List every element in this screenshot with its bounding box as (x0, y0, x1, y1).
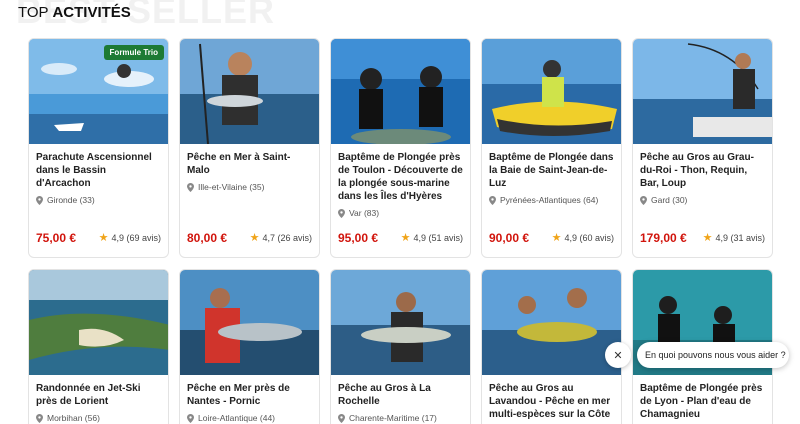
activity-rating: ★ 4,9 (51 avis) (400, 232, 463, 244)
activity-location: Var (83) (338, 208, 463, 218)
activity-card[interactable]: Baptême de Plongée dans la Baie de Saint… (481, 38, 622, 258)
activity-location: Loire-Atlantique (44) (187, 413, 312, 423)
activity-photo (482, 39, 621, 144)
chat-close-button[interactable]: ✕ (605, 342, 631, 368)
activity-title: Baptême de Plongée près de Toulon - Déco… (338, 152, 463, 202)
location-pin-icon (36, 413, 43, 423)
location-pin-icon (489, 195, 496, 205)
activity-location: Ille-et-Vilaine (35) (187, 182, 312, 192)
location-pin-icon (338, 413, 345, 423)
activity-price: 95,00 € (338, 231, 379, 245)
activity-rating: ★ 4,9 (31 avis) (702, 232, 765, 244)
star-icon: ★ (400, 232, 411, 244)
activity-title: Parachute Ascensionnel dans le Bassin d'… (36, 152, 152, 189)
activity-location: Morbihan (56) (36, 413, 161, 423)
activity-location: Pyrénées-Atlantiques (64) (489, 195, 614, 205)
star-icon: ★ (249, 232, 260, 244)
activity-card[interactable]: Pêche au Gros au Grau-du-Roi - Thon, Req… (632, 38, 773, 258)
activity-title: Pêche en Mer près de Nantes - Pornic (187, 383, 290, 407)
activity-card[interactable]: Formule Trio Parachute Ascensionnel dans… (28, 38, 169, 258)
activity-rating: ★ 4,9 (60 avis) (551, 232, 614, 244)
activity-title: Randonnée en Jet-Ski près de Lorient (36, 383, 141, 407)
location-pin-icon (640, 195, 647, 205)
location-pin-icon (187, 182, 194, 192)
activity-price: 75,00 € (36, 231, 77, 245)
close-icon: ✕ (613, 349, 623, 362)
location-pin-icon (36, 195, 43, 205)
formule-trio-badge: Formule Trio (103, 45, 164, 60)
activity-photo (633, 39, 772, 144)
activity-card[interactable]: Pêche en Mer près de Nantes - Pornic Loi… (179, 269, 320, 424)
activity-title: Baptême de Plongée dans la Baie de Saint… (489, 152, 614, 189)
activity-title: Pêche en Mer à Saint-Malo (187, 152, 291, 176)
activity-title: Pêche au Gros au Lavandou - Pêche en mer… (489, 383, 611, 420)
star-icon: ★ (98, 232, 109, 244)
activity-photo (180, 270, 319, 375)
activity-card[interactable]: Pêche au Gros au Lavandou - Pêche en mer… (481, 269, 622, 424)
activity-title: Pêche au Gros au Grau-du-Roi - Thon, Req… (640, 152, 754, 189)
location-pin-icon (187, 413, 194, 423)
activity-title: Pêche au Gros à La Rochelle (338, 383, 431, 407)
star-icon: ★ (702, 232, 713, 244)
activity-price: 90,00 € (489, 231, 530, 245)
activity-card[interactable]: Pêche en Mer à Saint-Malo Ille-et-Vilain… (179, 38, 320, 258)
activity-card[interactable]: Baptême de Plongée près de Toulon - Déco… (330, 38, 471, 258)
activity-location: Gard (30) (640, 195, 765, 205)
activity-title: Baptême de Plongée près de Lyon - Plan d… (640, 383, 763, 420)
activity-card[interactable]: Randonnée en Jet-Ski près de Lorient Mor… (28, 269, 169, 424)
location-pin-icon (338, 208, 345, 218)
activity-price: 179,00 € (640, 231, 687, 245)
activity-rating: ★ 4,7 (26 avis) (249, 232, 312, 244)
activity-card[interactable]: Pêche au Gros à La Rochelle Charente-Mar… (330, 269, 471, 424)
activity-photo (180, 39, 319, 144)
activity-location: Charente-Maritime (17) (338, 413, 463, 423)
activity-photo (331, 270, 470, 375)
chat-prompt-bubble[interactable]: En quoi pouvons nous vous aider ? (637, 342, 789, 368)
activity-photo: Formule Trio (29, 39, 168, 144)
activity-rating: ★ 4,9 (69 avis) (98, 232, 161, 244)
activity-photo (331, 39, 470, 144)
activity-photo (29, 270, 168, 375)
activity-photo (482, 270, 621, 375)
activity-price: 80,00 € (187, 231, 228, 245)
star-icon: ★ (551, 232, 562, 244)
activity-location: Gironde (33) (36, 195, 161, 205)
section-title: TOP ACTIVITÉS (18, 4, 131, 21)
